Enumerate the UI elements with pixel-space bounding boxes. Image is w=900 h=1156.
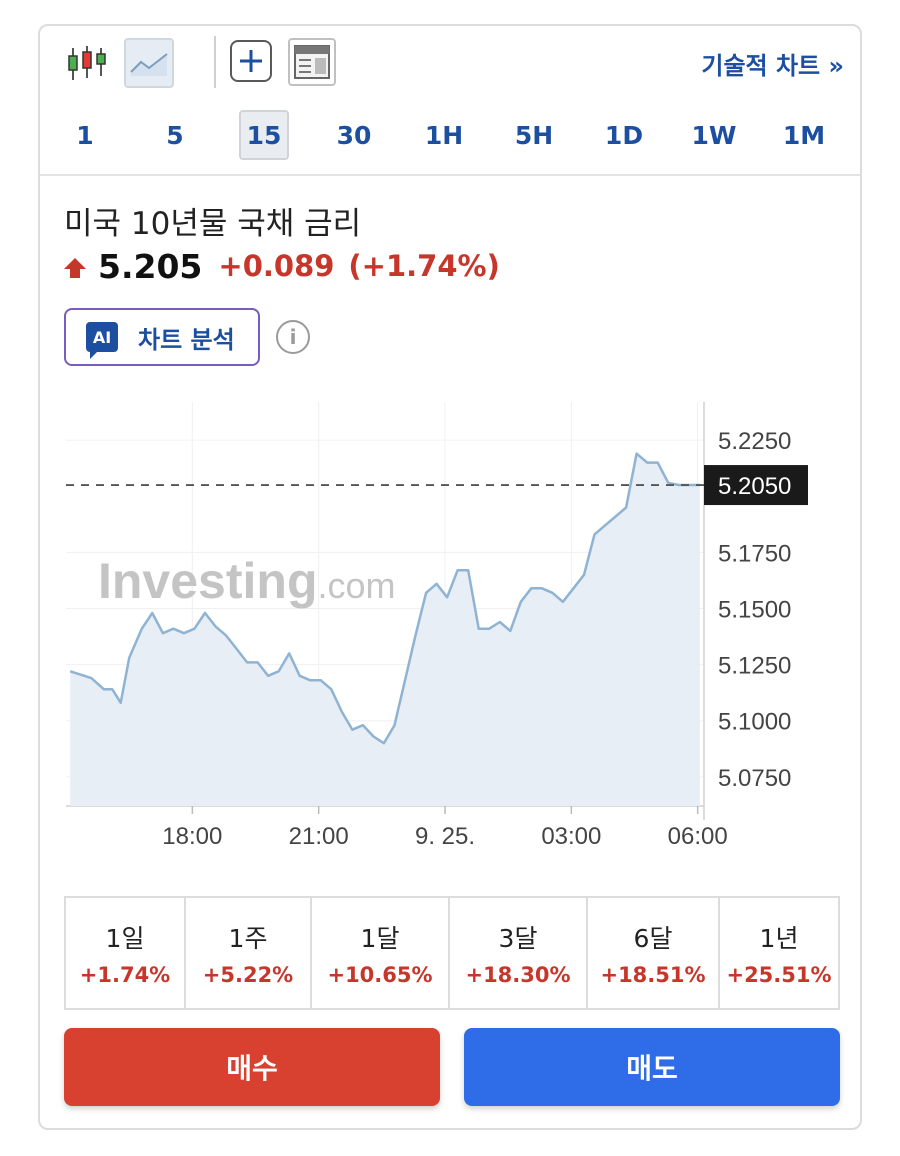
interval-tab[interactable]: 5H xyxy=(509,110,559,160)
ai-icon: AI xyxy=(86,322,118,359)
x-tick-label: 21:00 xyxy=(289,823,349,850)
interval-tab[interactable]: 30 xyxy=(329,110,379,160)
ai-chart-analysis-label: 차트 분석 xyxy=(138,325,235,354)
performance-period: 3달 xyxy=(498,924,538,953)
performance-period: 1주 xyxy=(228,924,268,953)
interval-tab[interactable]: 1H xyxy=(419,110,469,160)
performance-value: +18.30% xyxy=(465,963,571,987)
y-tick-label: 5.1750 xyxy=(718,540,791,567)
performance-value: +25.51% xyxy=(726,963,832,987)
interval-tab[interactable]: 1W xyxy=(689,110,739,160)
y-tick-label: 5.1000 xyxy=(718,709,791,736)
buy-button[interactable]: 매수 xyxy=(64,1028,440,1106)
sell-button[interactable]: 매도 xyxy=(464,1028,840,1106)
price-row: 5.205 +0.089 (+1.74%) xyxy=(64,246,514,286)
performance-value: +5.22% xyxy=(202,963,294,987)
info-icon[interactable]: i xyxy=(276,320,310,354)
price-change: +0.089 xyxy=(218,249,335,283)
current-price-tag: 5.2050 xyxy=(704,465,808,506)
performance-value: +1.74% xyxy=(79,963,171,987)
interval-tab-active[interactable]: 15 xyxy=(239,110,289,160)
toolbar-divider xyxy=(214,36,216,88)
interval-tab[interactable]: 1M xyxy=(779,110,829,160)
area-chart-icon[interactable] xyxy=(124,38,174,88)
candlestick-icon[interactable] xyxy=(62,40,112,88)
plus-icon[interactable] xyxy=(230,40,272,82)
y-tick-label: 5.1250 xyxy=(718,653,791,680)
y-tick-label: 5.2250 xyxy=(718,428,791,455)
performance-period: 1일 xyxy=(105,924,145,953)
performance-table: 1일 +1.74% 1주 +5.22% 1달 +10.65% 3달 +18.30% 6달 +18.… xyxy=(64,896,840,1010)
arrow-up-icon xyxy=(64,257,86,278)
price-area-fill xyxy=(70,453,700,806)
chart-toolbar: 기술적 차트 » 1 5 15 30 1H 5H 1D 1W 1M xyxy=(40,26,860,176)
x-tick-label: 03:00 xyxy=(541,823,601,850)
price-change-percent: (+1.74%) xyxy=(348,249,500,283)
x-tick-label: 18:00 xyxy=(162,823,222,850)
current-price-label: 5.2050 xyxy=(718,473,791,500)
performance-period: 6달 xyxy=(633,924,673,953)
interval-tabs: 1 5 15 30 1H 5H 1D 1W 1M xyxy=(40,110,860,162)
quote-card: 기술적 차트 » 1 5 15 30 1H 5H 1D 1W 1M 미국 10년… xyxy=(38,24,862,1130)
x-tick-label: 06:00 xyxy=(668,823,728,850)
technical-chart-link[interactable]: 기술적 차트 » xyxy=(701,46,844,81)
price-chart[interactable]: Investing.com 5.2250 5.1750 5.1500 5.1250 5.… xyxy=(40,396,860,866)
performance-cell: 1달 +10.65% xyxy=(312,898,450,1008)
performance-cell: 1년 +25.51% xyxy=(720,898,838,1008)
interval-tab[interactable]: 1D xyxy=(599,110,649,160)
y-tick-label: 5.1500 xyxy=(718,596,791,623)
interval-tab[interactable]: 5 xyxy=(150,110,200,160)
last-price: 5.205 xyxy=(98,246,203,286)
x-tick-label: 9. 25. xyxy=(415,823,475,850)
performance-cell: 6달 +18.51% xyxy=(588,898,720,1008)
performance-cell: 1주 +5.22% xyxy=(186,898,312,1008)
performance-value: +10.65% xyxy=(327,963,433,987)
performance-period: 1년 xyxy=(759,924,799,953)
instrument-name: 미국 10년물 국채 금리 xyxy=(64,206,362,242)
performance-value: +18.51% xyxy=(600,963,706,987)
y-tick-label: 5.0750 xyxy=(718,765,791,792)
performance-cell: 3달 +18.30% xyxy=(450,898,588,1008)
performance-period: 1달 xyxy=(360,924,400,953)
interval-tab[interactable]: 1 xyxy=(60,110,110,160)
performance-cell: 1일 +1.74% xyxy=(66,898,186,1008)
layout-icon[interactable] xyxy=(288,38,336,86)
x-axis-labels: 18:00 21:00 9. 25. 03:00 06:00 xyxy=(162,823,727,850)
investing-watermark: Investing.com xyxy=(98,553,396,609)
ai-chart-analysis-button[interactable]: AI 차트 분석 xyxy=(64,308,260,366)
